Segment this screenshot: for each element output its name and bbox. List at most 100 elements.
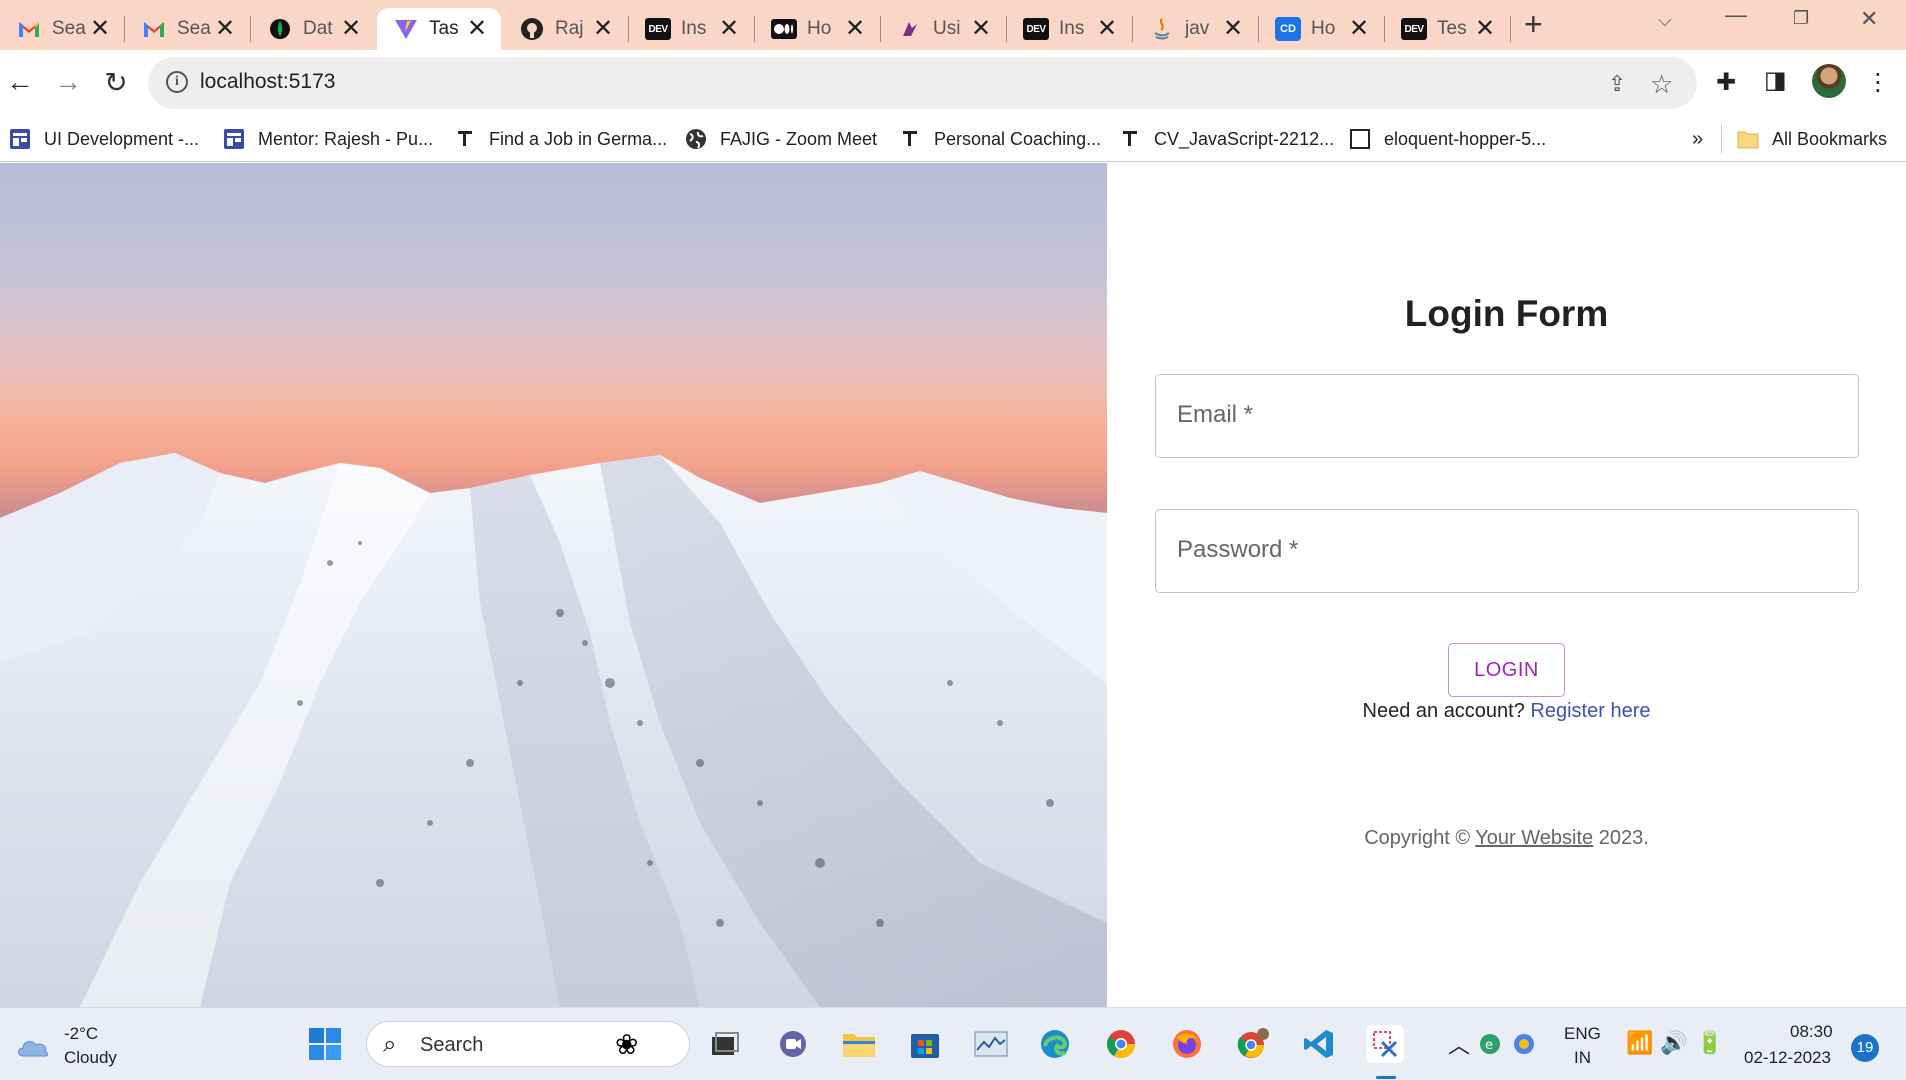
bookmark-label: Find a Job in Germa... <box>489 128 668 149</box>
vite-icon <box>393 16 419 42</box>
browser-tab[interactable]: DEV Ins ✕ <box>1007 8 1131 50</box>
bookmark-label: Personal Coaching... <box>934 128 1102 149</box>
file-explorer-icon[interactable] <box>840 1025 878 1063</box>
browser-tab[interactable]: Usi ✕ <box>881 8 1005 50</box>
close-icon[interactable]: ✕ <box>465 17 489 41</box>
password-field[interactable]: Password * <box>1155 509 1859 593</box>
close-icon[interactable]: ✕ <box>213 17 237 41</box>
wifi-icon[interactable]: 📶 <box>1626 1030 1653 1056</box>
window-close-button[interactable]: ✕ <box>1860 6 1878 32</box>
dev-icon: DEV <box>1401 18 1427 40</box>
new-tab-button[interactable]: + <box>1524 6 1543 43</box>
weather-cloud-icon[interactable] <box>14 1027 52 1065</box>
bookmarks-overflow-button[interactable]: » <box>1692 124 1703 154</box>
browser-tab[interactable]: DEV Tes ✕ <box>1385 8 1509 50</box>
edge-browser-icon[interactable] <box>1036 1025 1074 1063</box>
close-icon[interactable]: ✕ <box>717 17 741 41</box>
active-app-indicator <box>1376 1076 1396 1079</box>
browser-tab[interactable]: CD Ho ✕ <box>1259 8 1383 50</box>
folder-icon <box>1736 127 1760 151</box>
address-bar[interactable]: i localhost:5173 ⇪ ☆ <box>148 57 1697 109</box>
performance-monitor-icon[interactable] <box>972 1025 1010 1063</box>
browser-tab[interactable]: DEV Ins ✕ <box>629 8 753 50</box>
clock-time[interactable]: 08:30 <box>1790 1022 1833 1042</box>
browser-tab[interactable]: Raj ✕ <box>503 8 627 50</box>
tab-title: Ho <box>1311 18 1336 39</box>
bookmark-label: eloquent-hopper-5... <box>1384 128 1547 149</box>
tab-title: Ho <box>807 18 832 39</box>
bookmark-item[interactable]: Mentor: Rajesh - Pu... <box>222 124 433 154</box>
battery-icon[interactable]: 🔋 <box>1696 1030 1723 1056</box>
email-field[interactable]: Email * <box>1155 374 1859 458</box>
bookmark-item[interactable]: UI Development -... <box>8 124 199 154</box>
browser-tab[interactable]: Sea ✕ <box>125 8 249 50</box>
medium-icon <box>771 16 797 42</box>
side-panel-icon[interactable]: ◨ <box>1764 66 1787 95</box>
vscode-icon[interactable] <box>1300 1025 1338 1063</box>
website-link[interactable]: Your Website <box>1475 827 1593 849</box>
clock-date[interactable]: 02-12-2023 <box>1744 1048 1831 1068</box>
close-icon[interactable]: ✕ <box>88 17 112 41</box>
browser-tab[interactable]: Dat ✕ <box>251 8 375 50</box>
language-top[interactable]: ENG <box>1564 1024 1601 1044</box>
tray-chrome-icon[interactable] <box>1510 1030 1538 1058</box>
gmail-icon <box>141 16 167 42</box>
restore-button[interactable]: ❐ <box>1793 8 1809 29</box>
minimize-button[interactable]: — <box>1725 2 1747 28</box>
bookmark-label: Mentor: Rajesh - Pu... <box>258 128 434 149</box>
chrome-icon[interactable] <box>1102 1025 1140 1063</box>
close-icon[interactable]: ✕ <box>1095 17 1119 41</box>
bookmark-item[interactable]: FAJIG - Zoom Meet <box>684 124 877 154</box>
all-bookmarks-button[interactable]: All Bookmarks <box>1736 124 1887 154</box>
reload-button[interactable]: ↻ <box>98 64 134 100</box>
chrome-profile-icon[interactable] <box>1234 1025 1272 1063</box>
browser-tab[interactable]: Sea ✕ <box>0 8 124 50</box>
bookmark-item[interactable]: eloquent-hopper-5... <box>1348 124 1546 154</box>
browser-tab[interactable]: jav ✕ <box>1133 8 1257 50</box>
microsoft-store-icon[interactable] <box>906 1025 944 1063</box>
browser-toolbar: ← → ↻ i localhost:5173 ⇪ ☆ ✚ ◨ ⋮ <box>0 50 1906 116</box>
task-view-icon[interactable] <box>706 1025 744 1063</box>
share-icon[interactable]: ⇪ <box>1608 71 1626 97</box>
tab-title: Sea <box>177 18 211 39</box>
back-button[interactable]: ← <box>2 64 38 100</box>
taskbar-search[interactable]: ⌕ Search ❀ <box>366 1021 690 1067</box>
bookmark-item[interactable]: Personal Coaching... <box>898 124 1101 154</box>
show-hidden-icons-chevron[interactable]: ︿ <box>1448 1028 1470 1060</box>
bookmark-item[interactable]: CV_JavaScript-2212... <box>1118 124 1334 154</box>
close-icon[interactable]: ✕ <box>843 17 867 41</box>
bookmark-star-icon[interactable]: ☆ <box>1650 69 1673 100</box>
email-label: Email * <box>1177 401 1254 428</box>
square-icon <box>1348 127 1372 151</box>
close-icon[interactable]: ✕ <box>1473 17 1497 41</box>
tab-title: Dat <box>303 18 333 39</box>
close-icon[interactable]: ✕ <box>591 17 615 41</box>
browser-tab-active[interactable]: Tas ✕ <box>377 8 501 50</box>
windows-start-icon[interactable] <box>306 1025 344 1063</box>
close-icon[interactable]: ✕ <box>1347 17 1371 41</box>
forward-button[interactable]: → <box>50 64 86 100</box>
teams-chat-icon[interactable] <box>774 1025 812 1063</box>
close-icon[interactable]: ✕ <box>339 17 363 41</box>
close-icon[interactable]: ✕ <box>969 17 993 41</box>
volume-icon[interactable]: 🔊 <box>1660 1030 1687 1056</box>
tray-app-icon[interactable]: e <box>1476 1030 1504 1058</box>
tab-title: Raj <box>555 18 584 39</box>
tab-title: Tas <box>429 18 459 39</box>
bookmark-item[interactable]: Find a Job in Germa... <box>453 124 667 154</box>
bookmark-label: CV_JavaScript-2212... <box>1154 128 1335 149</box>
extensions-icon[interactable]: ✚ <box>1716 68 1736 97</box>
profile-avatar[interactable] <box>1812 64 1846 98</box>
login-button[interactable]: LOGIN <box>1448 643 1565 697</box>
tab-search-icon[interactable]: ⌵ <box>1658 10 1672 31</box>
site-info-icon[interactable]: i <box>166 71 188 93</box>
browser-tab[interactable]: Ho ✕ <box>755 8 879 50</box>
snipping-tool-icon[interactable] <box>1366 1025 1404 1063</box>
register-link[interactable]: Register here <box>1530 700 1650 722</box>
notification-badge[interactable]: 19 <box>1851 1034 1879 1062</box>
close-icon[interactable]: ✕ <box>1221 17 1245 41</box>
language-bottom[interactable]: IN <box>1574 1048 1591 1068</box>
firefox-icon[interactable] <box>1168 1025 1206 1063</box>
address-url[interactable]: localhost:5173 <box>200 70 335 94</box>
menu-icon[interactable]: ⋮ <box>1866 68 1890 97</box>
